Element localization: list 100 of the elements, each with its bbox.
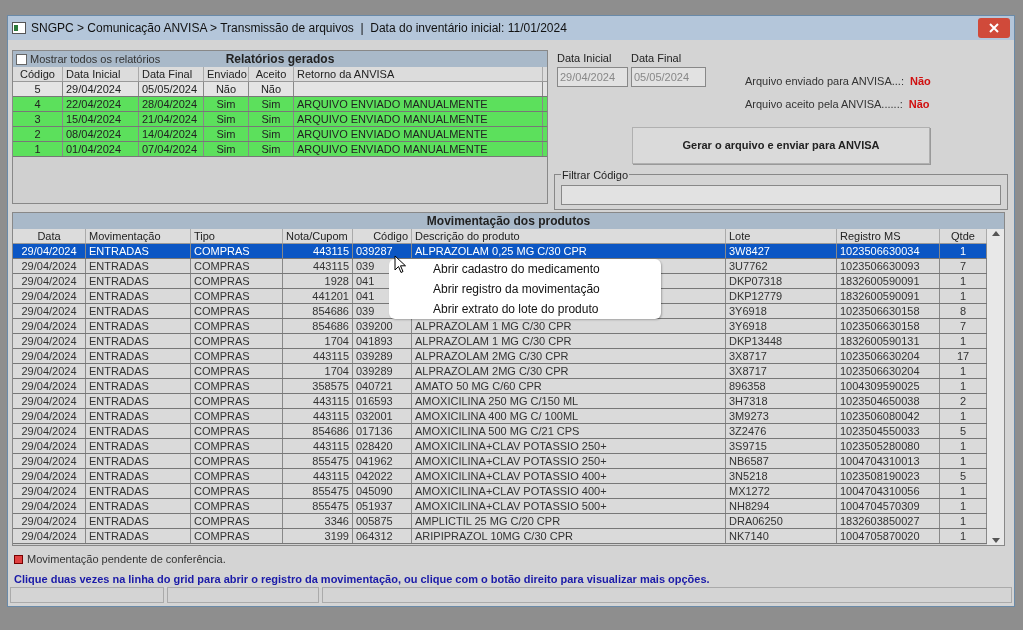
table-cell: 1023506630158 [837, 319, 940, 334]
table-cell: 443115 [283, 244, 353, 259]
table-cell: 2 [13, 127, 63, 142]
table-cell: 040721 [353, 379, 412, 394]
table-cell: 1004705870020 [837, 529, 940, 544]
status-value: Não [910, 73, 931, 89]
table-cell: ENTRADAS [86, 364, 191, 379]
table-cell: ENTRADAS [86, 454, 191, 469]
table-cell: Não [204, 82, 249, 97]
table-cell: AMATO 50 MG C/60 CPR [412, 379, 726, 394]
table-cell: COMPRAS [191, 469, 283, 484]
table-cell: Sim [204, 112, 249, 127]
table-cell: ARQUIVO ENVIADO MANUALMENTE [294, 142, 543, 157]
table-cell: 15/04/2024 [63, 112, 139, 127]
table-cell: COMPRAS [191, 259, 283, 274]
table-cell: ENTRADAS [86, 274, 191, 289]
table-cell: 064312 [353, 529, 412, 544]
table-cell: 855475 [283, 484, 353, 499]
table-cell: 1023508190023 [837, 469, 940, 484]
table-cell: COMPRAS [191, 439, 283, 454]
table-cell: NB6587 [726, 454, 837, 469]
table-cell: 028420 [353, 439, 412, 454]
table-cell: 3199 [283, 529, 353, 544]
table-cell: 1 [13, 142, 63, 157]
table-cell: ENTRADAS [86, 439, 191, 454]
table-cell: ENTRADAS [86, 349, 191, 364]
table-cell: 3U7762 [726, 259, 837, 274]
table-cell: 443115 [283, 409, 353, 424]
column-header: Enviado [204, 67, 249, 82]
table-cell: 3S9715 [726, 439, 837, 454]
table-cell: COMPRAS [191, 499, 283, 514]
table-cell: MX1272 [726, 484, 837, 499]
table-cell: NK7140 [726, 529, 837, 544]
table-cell: AMOXICILINA 500 MG C/21 CPS [412, 424, 726, 439]
table-cell: 3H7318 [726, 394, 837, 409]
table-cell: 21/04/2024 [139, 112, 204, 127]
hint-text: Clique duas vezes na linha do grid para abrir o registro da movimentação, ou clique com o botão direito para visualizar mais opções. [13, 571, 711, 587]
table-cell: ALPRAZOLAM 0,25 MG C/30 CPR [412, 244, 726, 259]
table-cell: COMPRAS [191, 409, 283, 424]
table-cell: COMPRAS [191, 334, 283, 349]
table-cell: Não [249, 82, 294, 97]
table-cell: COMPRAS [191, 244, 283, 259]
table-cell: ENTRADAS [86, 304, 191, 319]
table-cell: 29/04/2024 [13, 514, 86, 529]
table-cell: 29/04/2024 [13, 274, 86, 289]
table-cell: 3Y6918 [726, 304, 837, 319]
table-cell: Sim [249, 127, 294, 142]
table-cell: AMOXICILINA+CLAV POTASSIO 250+ [412, 439, 726, 454]
column-header: Lote [726, 229, 837, 244]
table-cell: 039289 [353, 364, 412, 379]
table-cell: 896358 [726, 379, 837, 394]
table-cell: Sim [249, 97, 294, 112]
table-cell: AMOXICILINA+CLAV POTASSIO 400+ [412, 469, 726, 484]
table-cell: 05/05/2024 [139, 82, 204, 97]
table-cell: 29/04/2024 [13, 304, 86, 319]
table-cell: 3 [13, 112, 63, 127]
table-cell: 1704 [283, 364, 353, 379]
table-cell: AMOXICILINA 250 MG C/150 ML [412, 394, 726, 409]
table-cell: 016593 [353, 394, 412, 409]
table-cell: 29/04/2024 [13, 424, 86, 439]
table-cell: ENTRADAS [86, 529, 191, 544]
table-cell: 29/04/2024 [13, 259, 86, 274]
table-cell: 1023505280080 [837, 439, 940, 454]
table-cell: 1004704310056 [837, 484, 940, 499]
table-cell: 1832600590131 [837, 334, 940, 349]
table-cell: AMOXICILINA+CLAV POTASSIO 400+ [412, 484, 726, 499]
panel-title: Relatórios gerados [225, 51, 335, 69]
table-cell: ALPRAZOLAM 2MG C/30 CPR [412, 364, 726, 379]
table-cell: 855475 [283, 454, 353, 469]
table-cell: 3N5218 [726, 469, 837, 484]
table-cell: 5 [13, 82, 63, 97]
table-cell: ENTRADAS [86, 394, 191, 409]
table-cell: AMOXICILINA+CLAV POTASSIO 250+ [412, 454, 726, 469]
table-cell: 1832600590091 [837, 274, 940, 289]
table-cell: AMPLICTIL 25 MG C/20 CPR [412, 514, 726, 529]
table-cell: Sim [204, 97, 249, 112]
table-cell: NH8294 [726, 499, 837, 514]
status-value: Não [908, 97, 930, 113]
table-cell: ARIPIPRAZOL 10MG C/30 CPR [412, 529, 726, 544]
table-cell: 3X8717 [726, 364, 837, 379]
table-cell: COMPRAS [191, 424, 283, 439]
table-cell: 4 [13, 97, 63, 112]
table-cell: 1704 [283, 334, 353, 349]
table-cell: 1832603850027 [837, 514, 940, 529]
table-cell: 29/04/2024 [63, 82, 139, 97]
table-cell: 29/04/2024 [13, 349, 86, 364]
column-header: Tipo [191, 229, 283, 244]
table-cell: 01/04/2024 [63, 142, 139, 157]
column-header: Registro MS [837, 229, 940, 244]
table-cell: 1004309590025 [837, 379, 940, 394]
table-cell: DKP12779 [726, 289, 837, 304]
table-cell: 29/04/2024 [13, 379, 86, 394]
table-cell: 3Y6918 [726, 319, 837, 334]
table-cell: ARQUIVO ENVIADO MANUALMENTE [294, 112, 543, 127]
table-cell: COMPRAS [191, 379, 283, 394]
table-cell: 041893 [353, 334, 412, 349]
table-cell: 29/04/2024 [13, 319, 86, 334]
table-cell: 29/04/2024 [13, 454, 86, 469]
table-cell: 3Z2476 [726, 424, 837, 439]
field-label: Data Final [631, 51, 683, 67]
